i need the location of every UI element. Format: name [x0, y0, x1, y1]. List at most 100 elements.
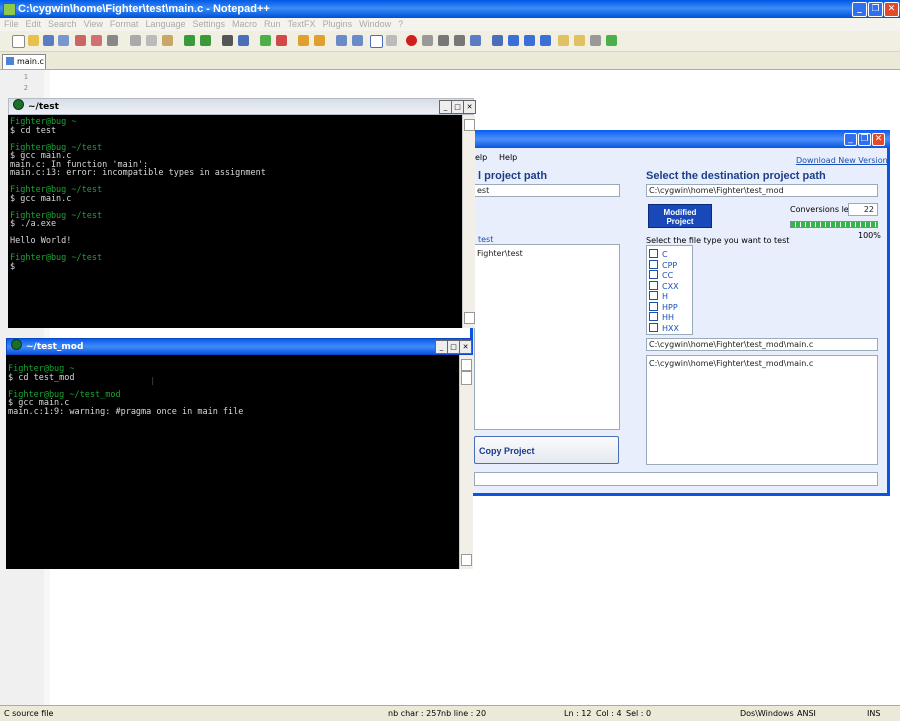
new-file-icon[interactable] [12, 35, 25, 48]
user-lang-icon[interactable] [386, 35, 397, 46]
filetype-hxx-checkbox[interactable]: HXX [649, 322, 679, 333]
filetype-cpp-checkbox[interactable]: CPP [649, 259, 677, 270]
menu-run[interactable]: Run [264, 19, 281, 29]
filetype-hpp-checkbox[interactable]: HPP [649, 301, 678, 312]
menu-view[interactable]: View [84, 19, 103, 29]
scroll-up-icon[interactable] [464, 119, 475, 131]
terminal-line: Fighter@bug ~ [10, 117, 77, 127]
close-icon[interactable]: ✕ [884, 2, 899, 17]
run-macro-multiple-icon[interactable] [454, 35, 465, 46]
menu-textfx[interactable]: TextFX [288, 19, 316, 29]
conversions-progress [790, 221, 878, 228]
open-file-icon[interactable] [28, 35, 39, 46]
copy-project-button[interactable]: Copy Project [474, 436, 619, 464]
copy-icon[interactable] [146, 35, 157, 46]
settings-tool-icon[interactable] [590, 35, 601, 46]
scroll-thumb[interactable] [461, 371, 472, 385]
terminal-line: $ gcc main.c [10, 193, 72, 204]
file-list[interactable]: C:\cygwin\home\Fighter\test_mod\main.c [646, 355, 878, 465]
folder-icon[interactable] [558, 35, 569, 46]
close-file-icon[interactable] [75, 35, 86, 46]
terminal-test-title-bar: ~/test _ □ ✕ [8, 98, 476, 115]
filetype-h-checkbox[interactable]: H [649, 291, 668, 301]
menu-edit[interactable]: Edit [26, 19, 42, 29]
scroll-down-icon[interactable] [464, 312, 475, 324]
show-all-chars-icon[interactable] [352, 35, 363, 46]
undo-icon[interactable] [184, 35, 195, 46]
zoom-out-icon[interactable] [276, 35, 287, 46]
redo-icon[interactable] [200, 35, 211, 46]
menu-format[interactable]: Format [110, 19, 139, 29]
close-icon[interactable]: ✕ [872, 133, 885, 146]
stop-macro-icon[interactable] [422, 35, 433, 46]
terminal-line: Fighter@bug ~ [8, 364, 75, 374]
menu-window[interactable]: Window [359, 19, 391, 29]
save-macro-icon[interactable] [470, 35, 481, 46]
npp-menubar: File Edit Search View Format Language Settings… [0, 18, 900, 31]
check-icon[interactable] [606, 35, 617, 46]
terminal-test-output[interactable]: Fighter@bug ~ $ cd test Fighter@bug ~/test… [8, 115, 462, 328]
maximize-icon[interactable]: ❐ [858, 133, 871, 146]
npp-title-bar: C:\cygwin\home\Fighter\test\main.c - Not… [0, 0, 900, 18]
tab-main-c[interactable]: main.c [2, 54, 46, 69]
file-path-input[interactable]: C:\cygwin\home\Fighter\test_mod\main.c [646, 338, 878, 351]
prev-diff-icon[interactable] [508, 35, 519, 46]
close-all-icon[interactable] [91, 35, 102, 46]
terminal-line: $ cd test_mod [8, 372, 75, 383]
save-all-icon[interactable] [58, 35, 69, 46]
source-list[interactable]: Fighter\test [474, 244, 620, 430]
menu-help-partial[interactable]: elp [475, 153, 487, 162]
sync-v-icon[interactable] [298, 35, 309, 46]
filetype-cc-checkbox[interactable]: CC [649, 270, 673, 280]
filetype-c-checkbox[interactable]: C [649, 249, 668, 259]
menu-search[interactable]: Search [48, 19, 77, 29]
find-icon[interactable] [222, 35, 233, 46]
menu-language[interactable]: Language [145, 19, 185, 29]
status-ln: Ln : 12 [564, 709, 592, 718]
npp-status-bar: C source file nb char : 257 nb line : 20… [0, 705, 900, 721]
menu-macro[interactable]: Macro [232, 19, 257, 29]
menu-file[interactable]: File [4, 19, 19, 29]
save-icon[interactable] [43, 35, 54, 46]
terminal-line: Fighter@bug ~/test [10, 142, 103, 153]
print-icon[interactable] [107, 35, 118, 46]
zoom-in-icon[interactable] [260, 35, 271, 46]
destination-path-input[interactable]: C:\cygwin\home\Fighter\test_mod [646, 184, 878, 197]
explorer-icon[interactable] [574, 35, 585, 46]
source-path-input[interactable]: est [474, 184, 620, 197]
sync-h-icon[interactable] [314, 35, 325, 46]
replace-icon[interactable] [238, 35, 249, 46]
paste-icon[interactable] [162, 35, 173, 46]
close-icon[interactable]: ✕ [463, 100, 476, 114]
next-diff-icon[interactable] [524, 35, 535, 46]
terminal-test-mod-output[interactable]: Fighter@bug ~ $ cd test_mod Fighter@bug ~/… [6, 355, 459, 569]
terminal-test-mod-scrollbar[interactable] [459, 355, 473, 569]
minimize-icon[interactable]: _ [844, 133, 857, 146]
close-icon[interactable]: ✕ [459, 340, 472, 354]
status-col: Col : 4 [596, 709, 622, 718]
filetype-hh-checkbox[interactable]: HH [649, 312, 674, 322]
scroll-up-icon[interactable] [461, 359, 472, 371]
filetype-cxx-checkbox[interactable]: CXX [649, 280, 679, 291]
terminal-test-scrollbar[interactable] [462, 115, 475, 328]
indent-guide-icon[interactable] [370, 35, 383, 48]
record-macro-icon[interactable] [406, 35, 417, 46]
menu-settings[interactable]: Settings [192, 19, 225, 29]
terminal-line: main.c:13: error: incompatible types in … [10, 168, 266, 178]
line-number: 2 [23, 84, 28, 92]
menu-help[interactable]: ? [398, 19, 403, 29]
play-macro-icon[interactable] [438, 35, 449, 46]
source-list-item[interactable]: Fighter\test [477, 248, 619, 259]
modified-project-button[interactable]: Modified Project [648, 204, 712, 228]
cut-icon[interactable] [130, 35, 141, 46]
wrap-icon[interactable] [336, 35, 347, 46]
compare-icon[interactable] [492, 35, 503, 46]
scroll-down-icon[interactable] [461, 554, 472, 566]
minimize-icon[interactable]: _ [852, 2, 867, 17]
menu-plugins[interactable]: Plugins [323, 19, 353, 29]
download-link[interactable]: Download New Version [796, 156, 888, 165]
file-list-item[interactable]: C:\cygwin\home\Fighter\test_mod\main.c [649, 358, 877, 369]
menu-help[interactable]: Help [499, 153, 517, 162]
last-diff-icon[interactable] [540, 35, 551, 46]
maximize-icon[interactable]: ❐ [868, 2, 883, 17]
